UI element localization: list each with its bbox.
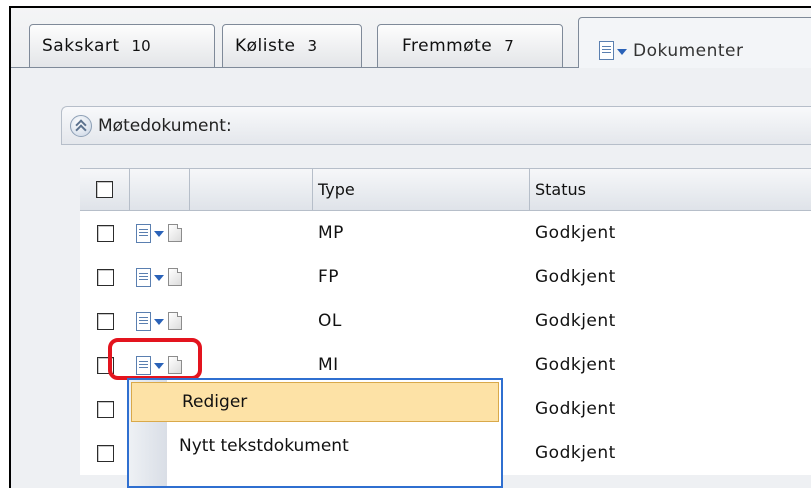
tab-count: 3 [307,37,318,55]
dropdown-caret-icon[interactable] [154,231,164,237]
row-status: Godkjent [535,223,616,243]
highlight-ring [108,338,202,380]
row-type: OL [318,311,342,331]
row-type: MP [318,223,344,243]
section-header[interactable]: Møtedokument: [61,106,811,145]
document-icon[interactable] [136,267,151,287]
table-row[interactable]: MP Godkjent [80,211,811,255]
column-header-status[interactable]: Status [530,169,811,210]
row-checkbox[interactable] [96,400,114,418]
document-icon [599,41,614,60]
header-icon-column [130,169,190,210]
row-checkbox[interactable] [96,268,114,286]
row-checkbox-cell [80,255,130,299]
document-icon[interactable] [136,311,151,331]
table-row[interactable]: FP Godkjent [80,255,811,299]
row-checkbox-cell [80,387,130,431]
row-status: Godkjent [535,399,616,419]
row-checkbox[interactable] [96,224,114,242]
row-type: FP [318,267,340,287]
page-icon[interactable] [168,312,182,330]
row-status: Godkjent [535,355,616,375]
documents-table: Type Status MP Godkjent FP Godkjent OL G… [80,168,811,475]
column-header-type[interactable]: Type [313,169,530,210]
page-icon[interactable] [168,268,182,286]
dropdown-caret-icon[interactable] [154,319,164,325]
tab-count: 7 [504,37,514,55]
tab-label: Fremmøte [402,36,493,56]
dropdown-caret-icon[interactable] [154,275,164,281]
collapse-icon[interactable] [70,114,92,137]
dropdown-caret-icon[interactable] [617,48,627,55]
document-icon[interactable] [136,223,151,243]
row-checkbox-cell [80,211,130,255]
row-actions [130,211,190,255]
section-title: Møtedokument: [98,115,232,136]
tab-label: Dokumenter [633,40,744,61]
row-status: Godkjent [535,443,616,463]
page-icon[interactable] [168,224,182,242]
tab-count: 10 [131,37,151,55]
header-checkbox-cell [80,169,130,210]
tab-fremmote[interactable]: Fremmøte 7 [377,24,563,68]
tab-label: Sakskart [42,36,120,56]
row-checkbox[interactable] [96,312,114,330]
row-checkbox-cell [80,431,130,475]
row-actions [130,299,190,343]
select-all-checkbox[interactable] [96,181,113,198]
tab-sakskart[interactable]: Sakskart 10 [29,24,215,68]
table-row[interactable]: OL Godkjent [80,299,811,343]
row-status: Godkjent [535,267,616,287]
row-checkbox-cell [80,299,130,343]
row-actions [130,255,190,299]
row-checkbox[interactable] [96,444,114,462]
table-header-row: Type Status [80,169,811,211]
tab-koliste[interactable]: Køliste 3 [222,24,362,68]
menu-item-rediger[interactable]: Rediger [131,382,499,422]
row-status: Godkjent [535,311,616,331]
header-icon-column [190,169,313,210]
tab-label: Køliste [235,36,296,56]
menu-item-nytt-tekstdokument[interactable]: Nytt tekstdokument [129,426,501,466]
